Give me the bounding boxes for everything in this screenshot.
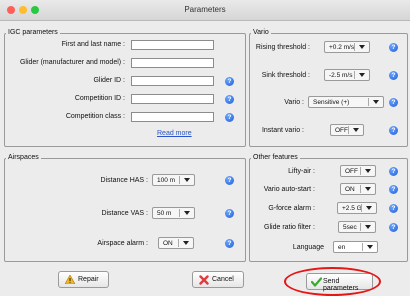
title-bar: Parameters [0, 0, 410, 21]
language-value: en [338, 244, 346, 251]
glider-model-input[interactable] [131, 58, 214, 68]
distance-has-select[interactable]: 100 m [152, 174, 195, 186]
glider-id-help-icon[interactable]: ? [225, 77, 234, 86]
cancel-x-icon [199, 275, 209, 285]
competition-id-help-icon[interactable]: ? [225, 95, 234, 104]
distance-has-label: Distance HAS : [100, 177, 148, 184]
chevron-down-icon [359, 45, 365, 49]
gforce-alarm-select[interactable]: +2.5 G [337, 202, 377, 214]
rising-threshold-select[interactable]: +0.2 m/s [324, 41, 370, 53]
airspace-alarm-value: ON [163, 240, 173, 247]
rising-threshold-value: +0.2 m/s [329, 44, 355, 51]
vario-autostart-value: ON [345, 186, 355, 193]
warning-icon [65, 275, 75, 284]
airspace-alarm-select[interactable]: ON [158, 237, 194, 249]
first-last-name-label: First and last name : [61, 41, 125, 48]
distance-vas-label: Distance VAS : [101, 210, 148, 217]
first-last-name-input[interactable] [131, 40, 214, 50]
instant-vario-value: OFF [335, 127, 348, 134]
lifty-air-label: Lifty-air : [288, 168, 315, 175]
sink-threshold-value: -2.5 m/s [329, 72, 353, 79]
vario-mode-select[interactable]: Sensitive (+) [308, 96, 384, 108]
distance-vas-help-icon[interactable]: ? [225, 209, 234, 218]
instant-vario-label: Instant vario : [261, 127, 304, 134]
competition-class-help-icon[interactable]: ? [225, 113, 234, 122]
chevron-down-icon [373, 100, 379, 104]
instant-vario-select[interactable]: OFF [330, 124, 364, 136]
lifty-air-help-icon[interactable]: ? [389, 167, 398, 176]
instant-vario-help-icon[interactable]: ? [389, 126, 398, 135]
sink-threshold-select[interactable]: -2.5 m/s [324, 69, 370, 81]
gforce-alarm-value: +2.5 G [342, 205, 362, 212]
sink-threshold-help-icon[interactable]: ? [389, 71, 398, 80]
igc-parameters-legend: IGC parameters [6, 29, 60, 36]
chevron-down-icon [365, 225, 371, 229]
glider-id-label: Glider ID : [93, 77, 125, 84]
window-title: Parameters [184, 5, 226, 14]
distance-vas-select[interactable]: 50 m [152, 207, 195, 219]
vario-autostart-select[interactable]: ON [340, 183, 376, 195]
airspace-alarm-help-icon[interactable]: ? [225, 239, 234, 248]
airspace-alarm-label: Airspace alarm : [97, 240, 148, 247]
chevron-down-icon [184, 211, 190, 215]
igc-parameters-group [4, 33, 246, 147]
cancel-label: Cancel [212, 276, 234, 283]
vario-legend: Vario [251, 29, 271, 36]
read-more-link[interactable]: Read more [157, 130, 192, 137]
glider-id-input[interactable] [131, 76, 214, 86]
chevron-down-icon [365, 187, 371, 191]
airspaces-legend: Airspaces [6, 154, 41, 161]
distance-has-value: 100 m [157, 177, 176, 184]
repair-label: Repair [78, 276, 99, 283]
chevron-down-icon [366, 206, 372, 210]
other-features-legend: Other features [251, 154, 300, 161]
rising-threshold-help-icon[interactable]: ? [389, 43, 398, 52]
vario-mode-value: Sensitive (+) [313, 99, 350, 106]
chevron-down-icon [353, 128, 359, 132]
glide-ratio-filter-value: 5sec [343, 224, 357, 231]
chevron-down-icon [359, 73, 365, 77]
language-select[interactable]: en [333, 241, 378, 253]
vario-mode-label: Vario : [284, 99, 304, 106]
chevron-down-icon [367, 245, 373, 249]
competition-id-label: Competition ID : [74, 95, 125, 102]
distance-has-help-icon[interactable]: ? [225, 176, 234, 185]
language-label: Language [292, 244, 324, 251]
sink-threshold-label: Sink threshold : [261, 72, 310, 79]
lifty-air-value: OFF [345, 168, 358, 175]
rising-threshold-label: Rising threshold : [255, 44, 310, 51]
competition-id-input[interactable] [131, 94, 214, 104]
gforce-alarm-help-icon[interactable]: ? [389, 204, 398, 213]
glide-ratio-filter-select[interactable]: 5sec [338, 221, 376, 233]
competition-class-label: Competition class : [65, 113, 125, 120]
glider-model-label: Glider (manufacturer and model) : [19, 59, 125, 66]
distance-vas-value: 50 m [157, 210, 172, 217]
vario-mode-help-icon[interactable]: ? [389, 98, 398, 107]
vario-autostart-label: Vario auto-start : [263, 186, 315, 193]
chevron-down-icon [184, 178, 190, 182]
glide-ratio-filter-label: Glide ratio filter : [264, 224, 315, 231]
highlight-circle-annotation [284, 267, 381, 296]
lifty-air-select[interactable]: OFF [340, 165, 376, 177]
parameters-window: Parameters IGC parameters First and last… [0, 0, 410, 296]
chevron-down-icon [183, 241, 189, 245]
cancel-button[interactable]: Cancel [192, 271, 244, 288]
glide-ratio-filter-help-icon[interactable]: ? [389, 223, 398, 232]
repair-button[interactable]: Repair [58, 271, 109, 288]
competition-class-input[interactable] [131, 112, 214, 122]
gforce-alarm-label: G-force alarm : [268, 205, 315, 212]
vario-autostart-help-icon[interactable]: ? [389, 185, 398, 194]
chevron-down-icon [365, 169, 371, 173]
